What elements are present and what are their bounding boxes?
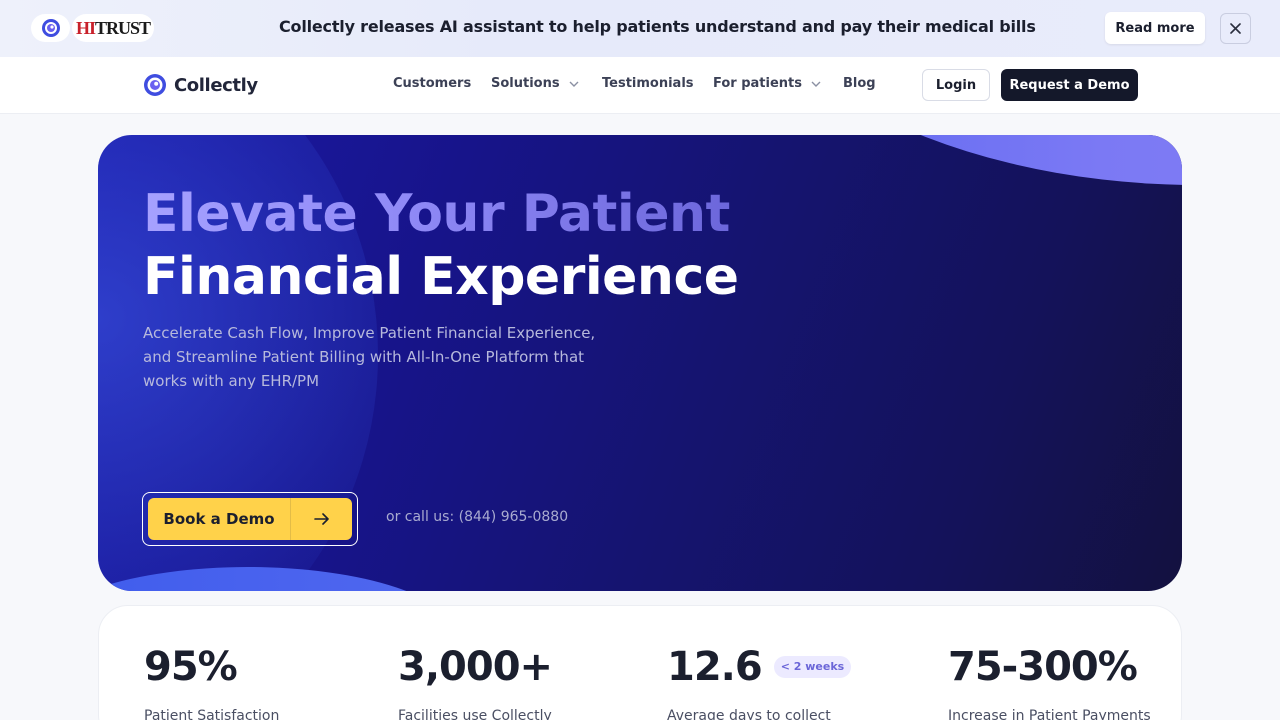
nav-link-label: Solutions [491,76,560,91]
stats-section: 95% Patient Satisfaction 3,000+ Faciliti… [98,605,1182,720]
stat-item: 3,000+ Facilities use Collectly [398,642,553,720]
chevron-down-icon [569,81,579,87]
hero-title: Elevate Your Patient Financial Experienc… [143,183,739,309]
brand-logo[interactable]: Collectly [143,73,258,97]
stat-number: 3,000+ [398,644,553,690]
stat-value: 75-300% [948,642,1151,692]
stat-item: 75-300% Increase in Patient Payments [948,642,1151,720]
nav-link-customers[interactable]: Customers [393,76,491,91]
nav-link-testimonials[interactable]: Testimonials [602,76,713,91]
hitrust-prefix: HI [75,17,96,38]
stat-value: 3,000+ [398,642,553,692]
stat-number: 95% [144,644,238,690]
collectly-badge [31,14,70,42]
book-demo-button[interactable]: Book a Demo [148,498,352,540]
hitrust-badge: HI TRUST [72,14,154,42]
brand-name: Collectly [174,74,258,96]
stat-number: 12.6 [667,644,763,690]
main-nav: Collectly Customers Solutions Testimonia… [0,57,1280,114]
stat-value: 12.6 < 2 weeks [667,642,852,692]
announcement-bar: HI TRUST Collectly releases AI assistant … [0,0,1280,57]
chevron-down-icon [811,81,821,87]
announcement-text: Collectly releases AI assistant to help … [279,17,1036,36]
stat-tag-badge: < 2 weeks [773,656,852,678]
stat-number: 75-300% [948,644,1138,690]
nav-link-blog[interactable]: Blog [843,76,876,91]
arrow-right-icon [313,513,329,525]
stat-item: 12.6 < 2 weeks Average days to collect [667,642,852,720]
hero-section: Elevate Your Patient Financial Experienc… [98,135,1182,591]
nav-link-label: Customers [393,76,472,91]
book-demo-frame: Book a Demo [142,492,358,546]
nav-link-label: Testimonials [602,76,694,91]
hero-arc-decoration [708,135,1182,185]
book-demo-arrow [291,513,352,525]
nav-link-label: Blog [843,76,876,91]
book-demo-label: Book a Demo [163,510,275,528]
request-demo-button[interactable]: Request a Demo [1001,69,1138,101]
call-us-text[interactable]: or call us: (844) 965-0880 [386,509,568,525]
close-announcement-button[interactable] [1220,13,1251,44]
collectly-logo-icon [144,74,166,96]
nav-link-solutions[interactable]: Solutions [491,76,602,91]
close-icon [1230,23,1241,34]
stat-item: 95% Patient Satisfaction [144,642,279,720]
login-button[interactable]: Login [922,69,990,101]
nav-links: Customers Solutions Testimonials For pat… [393,76,876,91]
hero-subtitle: Accelerate Cash Flow, Improve Patient Fi… [143,324,596,390]
hitrust-suffix: TRUST [94,17,151,38]
stat-label: Increase in Patient Payments [948,708,1151,720]
nav-link-label: For patients [713,76,802,91]
stat-label: Facilities use Collectly [398,708,552,720]
hero-title-line-2: Financial Experience [143,247,739,307]
stat-label: Patient Satisfaction [144,708,280,720]
collectly-logo-icon [41,19,60,37]
read-more-button[interactable]: Read more [1105,12,1205,44]
stat-label: Average days to collect [667,708,831,720]
hero-title-line-1: Elevate Your Patient [143,183,739,246]
nav-link-for-patients[interactable]: For patients [713,76,843,91]
stat-value: 95% [144,642,279,692]
